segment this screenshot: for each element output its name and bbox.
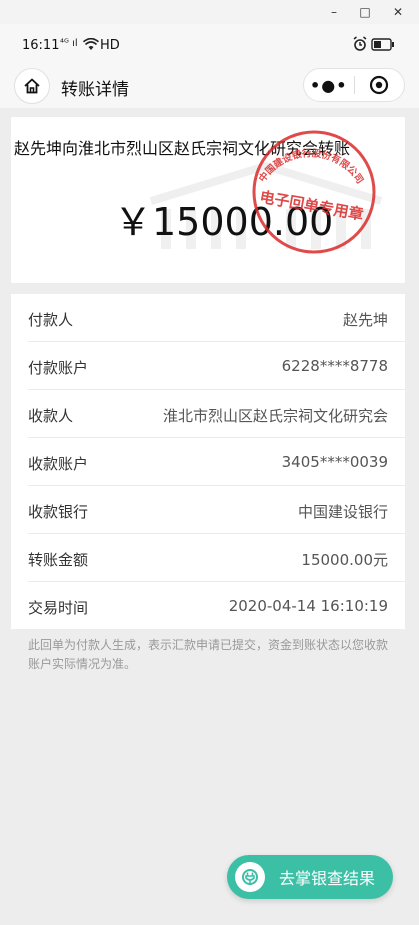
disclaimer-note: 此回单为付款人生成，表示汇款申请已提交，资金到账状态以您收款账户实际情况为准。 xyxy=(28,638,389,671)
detail-row-time: 交易时间 2020-04-14 16:10:19 xyxy=(28,582,405,629)
signal-icon: ⁴ᴳ ıl xyxy=(60,38,78,49)
detail-value: 6228****8778 xyxy=(281,357,388,375)
detail-row-amount: 转账金额 15000.00元 xyxy=(28,534,405,582)
detail-value: 15000.00元 xyxy=(301,551,388,569)
network-type: HD xyxy=(100,38,120,53)
bank-app-icon xyxy=(235,862,265,892)
detail-value: 中国建设银行 xyxy=(297,503,388,521)
detail-row-payer: 付款人 赵先坤 xyxy=(28,294,405,342)
detail-row-payer-account: 付款账户 6228****8778 xyxy=(28,342,405,390)
detail-row-payee: 收款人 淮北市烈山区赵氏宗祠文化研究会 xyxy=(28,390,405,438)
home-icon xyxy=(24,78,40,94)
detail-row-payee-bank: 收款银行 中国建设银行 xyxy=(28,486,405,534)
nav-bar: 转账详情 •●• xyxy=(0,64,419,108)
detail-label: 转账金额 xyxy=(28,551,89,569)
check-result-in-app-button[interactable]: 去掌银查结果 xyxy=(227,855,393,899)
home-button[interactable] xyxy=(14,68,50,104)
detail-value: 赵先坤 xyxy=(342,311,388,329)
alarm-icon xyxy=(352,36,368,56)
detail-value: 3405****0039 xyxy=(281,453,388,471)
transfer-summary-card: 赵先坤向淮北市烈山区赵氏宗祠文化研究会转账 ￥15000.00 中国建设银行股份… xyxy=(11,117,405,283)
battery-icon xyxy=(371,38,395,55)
seal-bottom-text: 电子回单专用章 xyxy=(258,188,365,224)
target-icon xyxy=(370,75,389,95)
maximize-button[interactable]: □ xyxy=(350,0,380,24)
detail-label: 付款账户 xyxy=(28,359,89,377)
detail-value: 淮北市烈山区赵氏宗祠文化研究会 xyxy=(162,407,388,425)
close-button[interactable]: ✕ xyxy=(383,0,413,24)
detail-value: 2020-04-14 16:10:19 xyxy=(228,597,388,615)
status-time: 16:11 xyxy=(22,38,60,53)
detail-label: 交易时间 xyxy=(28,599,89,617)
miniprogram-capsule: •●• xyxy=(303,68,405,102)
detail-label: 收款账户 xyxy=(28,455,89,473)
minimize-button[interactable]: – xyxy=(319,0,349,24)
check-result-label: 去掌银查结果 xyxy=(279,869,376,888)
detail-row-payee-account: 收款账户 3405****0039 xyxy=(28,438,405,486)
detail-label: 收款银行 xyxy=(28,503,89,521)
detail-label: 收款人 xyxy=(28,407,74,425)
transfer-details-list: 付款人 赵先坤 付款账户 6228****8778 收款人 淮北市烈山区赵氏宗祠… xyxy=(11,294,405,629)
status-bar: 16:11 ⁴ᴳ ıl HD xyxy=(0,24,419,64)
page-title: 转账详情 xyxy=(61,80,129,100)
close-miniprogram-button[interactable] xyxy=(355,75,405,95)
window-titlebar: – □ ✕ xyxy=(0,0,419,24)
more-button[interactable]: •●• xyxy=(304,76,354,95)
detail-label: 付款人 xyxy=(28,311,74,329)
bank-seal-stamp: 中国建设银行股份有限公司 电子回单专用章 xyxy=(252,130,376,254)
wifi-icon xyxy=(82,37,100,55)
